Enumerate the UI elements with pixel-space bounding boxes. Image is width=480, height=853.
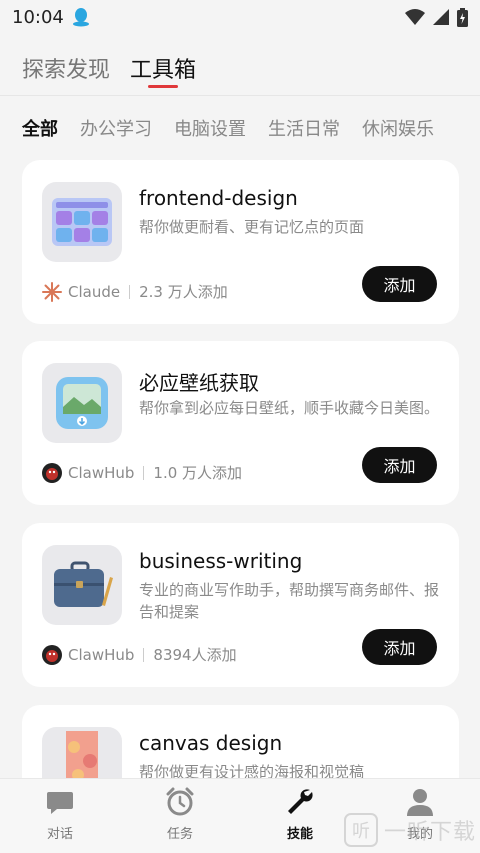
skill-meta: ClawHub 1.0 万人添加 — [42, 462, 242, 483]
status-time: 10:04 — [12, 6, 64, 28]
wrench-icon — [288, 789, 313, 814]
alarm-clock-icon — [166, 787, 194, 816]
category-all[interactable]: 全部 — [22, 114, 58, 148]
skill-thumbnail-canvas-design — [42, 727, 122, 778]
qq-icon — [72, 8, 89, 27]
skill-description: 帮你做更有设计感的海报和视觉稿 — [139, 763, 365, 778]
nav-skills[interactable]: 技能 — [240, 779, 360, 853]
skill-meta: Claude 2.3 万人添加 — [42, 281, 228, 302]
category-leisure[interactable]: 休闲娱乐 — [362, 114, 434, 148]
skill-source: Claude — [68, 282, 121, 301]
briefcase-pen-icon — [54, 561, 113, 607]
skill-title: 必应壁纸获取 — [139, 371, 259, 395]
skill-card[interactable]: frontend-design 帮你做更耐看、更有记忆点的页面 Claude 2… — [22, 160, 459, 324]
skill-description: 帮你做更耐看、更有记忆点的页面 — [139, 218, 365, 236]
skill-add-count: 2.3 万人添加 — [139, 283, 228, 301]
top-tab-bar: 探索发现 工具箱 — [0, 44, 480, 96]
poster-icon — [66, 731, 98, 778]
add-button[interactable]: 添加 — [362, 629, 437, 665]
skill-source: ClawHub — [68, 463, 135, 482]
skill-card[interactable]: canvas design 帮你做更有设计感的海报和视觉稿 — [22, 705, 459, 778]
nav-label: 任务 — [166, 827, 193, 842]
tab-toolbox[interactable]: 工具箱 — [130, 44, 196, 96]
signal-icon — [433, 9, 449, 25]
clawhub-icon — [42, 462, 62, 483]
skill-meta: ClawHub 8394人添加 — [42, 644, 237, 665]
web-ui-icon — [52, 198, 112, 246]
nav-tasks[interactable]: 任务 — [120, 779, 240, 853]
skill-add-count: 1.0 万人添加 — [153, 464, 243, 482]
category-office-study[interactable]: 办公学习 — [80, 114, 152, 148]
add-button[interactable]: 添加 — [362, 266, 437, 302]
chat-icon — [47, 792, 73, 814]
skill-card[interactable]: 必应壁纸获取 帮你拿到必应每日壁纸，顺手收藏今日美图。 ClawHub 1.0 … — [22, 341, 459, 505]
battery-icon — [457, 7, 468, 27]
category-bar: 全部 办公学习 电脑设置 生活日常 休闲娱乐 — [0, 114, 480, 148]
wifi-icon — [405, 9, 425, 25]
meta-divider — [143, 465, 145, 480]
meta-divider — [143, 647, 145, 662]
claude-icon — [42, 281, 62, 302]
nav-label: 对话 — [46, 827, 73, 842]
svg-text:听: 听 — [352, 821, 370, 842]
skill-card[interactable]: business-writing 专业的商业写作助手，帮助撰写商务邮件、报告和提… — [22, 523, 459, 687]
nav-label: 技能 — [286, 827, 313, 842]
meta-divider — [129, 284, 131, 299]
wallpaper-download-icon — [56, 377, 108, 429]
skill-add-count: 8394人添加 — [153, 646, 237, 664]
nav-chat[interactable]: 对话 — [0, 779, 120, 853]
skill-title: frontend-design — [139, 186, 298, 210]
status-indicators — [405, 7, 468, 27]
watermark-logo-icon: 听 — [343, 813, 378, 847]
skill-thumbnail-frontend-design — [42, 182, 122, 262]
tab-explore[interactable]: 探索发现 — [22, 44, 110, 96]
skill-title: canvas design — [139, 731, 283, 755]
skill-source: ClawHub — [68, 645, 135, 664]
category-daily-life[interactable]: 生活日常 — [268, 114, 340, 148]
watermark: 听 一听下载 — [343, 813, 476, 847]
clawhub-icon — [42, 644, 62, 665]
skill-title: business-writing — [139, 549, 303, 573]
watermark-text: 一听下载 — [383, 820, 476, 845]
skill-description: 帮你拿到必应每日壁纸，顺手收藏今日美图。 — [139, 399, 440, 417]
status-bar: 10:04 — [0, 0, 480, 34]
skill-thumbnail-business-writing — [42, 545, 122, 625]
add-button[interactable]: 添加 — [362, 447, 437, 483]
category-pc-settings[interactable]: 电脑设置 — [174, 114, 246, 148]
skill-description: 专业的商业写作助手，帮助撰写商务邮件、报告和提案 — [139, 581, 440, 621]
skill-thumbnail-bing-wallpaper — [42, 363, 122, 443]
